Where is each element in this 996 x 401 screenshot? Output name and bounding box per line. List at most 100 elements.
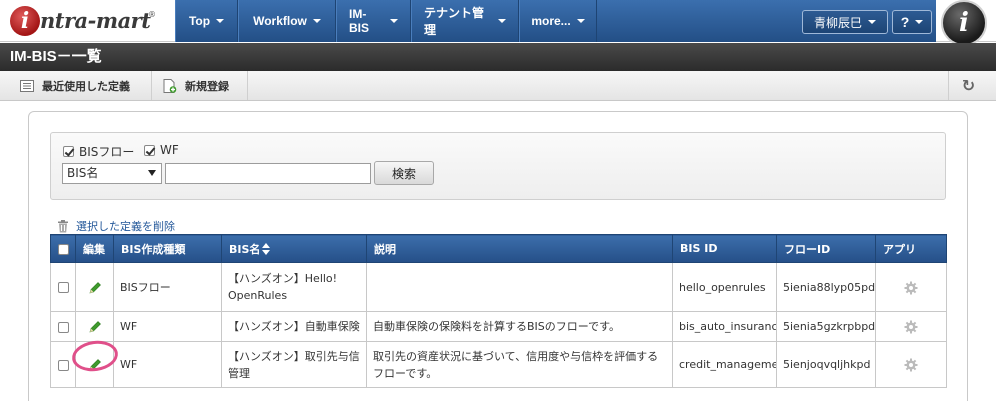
new-registration-label: 新規登録	[185, 79, 229, 93]
edit-cell	[75, 341, 114, 388]
row-checkbox[interactable]	[57, 282, 69, 293]
nav-item-im-bis[interactable]: IM-BIS	[336, 0, 411, 42]
flow-id-cell: 5ienia88lyp05pd	[776, 262, 876, 312]
select-all-header	[50, 234, 76, 263]
column-header-bis-id[interactable]: BIS ID	[672, 234, 777, 263]
nav-item-more[interactable]: more...	[519, 0, 597, 42]
gear-icon[interactable]	[904, 281, 918, 295]
column-header-bis-name[interactable]: BIS名	[221, 234, 367, 263]
bis-flow-checkbox-label: BISフロー	[79, 145, 135, 159]
bis-name-cell: 【ハンズオン】取引先与信管理	[221, 341, 367, 388]
row-select-cell	[50, 341, 76, 388]
search-panel: BISフロー WF BIS名 検索	[50, 132, 946, 200]
caret-down-icon	[312, 19, 321, 23]
row-checkbox[interactable]	[57, 321, 69, 333]
select-all-checkbox[interactable]	[57, 243, 69, 255]
row-select-cell	[50, 262, 76, 312]
bis-name-cell: 【ハンズオン】自動車保険	[221, 311, 367, 342]
top-navbar: i ntra-mart ® Top Workflow IM-BIS テナント管理…	[0, 0, 996, 46]
logo-i-mark: i	[10, 6, 40, 36]
new-registration-button[interactable]: 新規登録	[153, 71, 248, 100]
recent-definitions-label: 最近使用した定義	[42, 79, 130, 93]
table-row: WF 【ハンズオン】自動車保険 自動車保険の保険料を計算するBISのフローです。…	[50, 311, 947, 342]
search-field-select[interactable]: BIS名	[62, 163, 162, 184]
bis-name-header-label: BIS名	[229, 242, 261, 256]
flow-id-cell: 5ienia5gzkrpbpd	[776, 311, 876, 342]
definition-table: 編集 BIS作成種類 BIS名 説明 BIS ID フローID アプリ BISフ…	[50, 234, 947, 388]
page-title: IM-BIS－一覧	[0, 43, 996, 71]
row-checkbox[interactable]	[57, 359, 69, 371]
caret-down-icon	[868, 20, 876, 24]
nav-item-workflow[interactable]: Workflow	[238, 0, 336, 42]
column-header-app: アプリ	[875, 234, 947, 263]
app-cell	[875, 311, 947, 342]
dropdown-arrow-icon	[148, 170, 156, 176]
flow-id-cell: 5ienjoqvqljhkpd	[776, 341, 876, 388]
caret-down-icon	[915, 20, 924, 24]
refresh-button[interactable]: ↻	[948, 71, 988, 100]
recent-definitions-button[interactable]: 最近使用した定義	[10, 71, 152, 100]
bis-id-cell: bis_auto_insurance	[672, 311, 777, 342]
description-cell	[366, 262, 673, 312]
edit-cell	[75, 311, 114, 342]
app-cell	[875, 341, 947, 388]
search-input[interactable]	[165, 163, 371, 184]
bis-flow-checkbox[interactable]	[63, 146, 74, 157]
help-menu-button[interactable]: ?	[892, 10, 932, 34]
nav-item-label: Workflow	[253, 14, 307, 28]
gear-icon[interactable]	[904, 358, 918, 372]
intra-mart-logo[interactable]: i ntra-mart ®	[10, 6, 170, 36]
row-select-cell	[50, 311, 76, 342]
edit-pencil-icon[interactable]	[87, 357, 103, 373]
table-header-row: 編集 BIS作成種類 BIS名 説明 BIS ID フローID アプリ	[50, 234, 947, 263]
trash-icon	[58, 219, 68, 232]
caret-down-icon	[576, 19, 585, 23]
bis-type-cell: BISフロー	[113, 262, 222, 312]
nav-item-label: IM-BIS	[349, 7, 370, 35]
logo-text: ntra-mart	[40, 8, 151, 33]
table-row: BISフロー 【ハンズオン】Hello! OpenRules hello_ope…	[50, 262, 947, 312]
nav-item-top[interactable]: Top	[175, 0, 238, 42]
user-menu-button[interactable]: 青柳辰巳	[802, 10, 888, 34]
delete-selected-label: 選択した定義を削除	[76, 220, 175, 233]
logo-registered-mark: ®	[148, 10, 156, 19]
bis-id-cell: hello_openrules	[672, 262, 777, 312]
nav-item-label: Top	[188, 14, 211, 28]
bis-id-cell: credit_management	[672, 341, 777, 388]
list-icon	[20, 79, 34, 92]
nav-item-label: テナント管理	[424, 6, 485, 37]
wf-checkbox-label: WF	[160, 143, 179, 157]
search-field-value: BIS名	[67, 166, 99, 180]
bis-type-cell: WF	[113, 311, 222, 342]
bis-name-cell: 【ハンズオン】Hello! OpenRules	[221, 262, 367, 312]
caret-down-icon	[216, 19, 225, 23]
caret-down-icon	[498, 19, 506, 23]
edit-cell	[75, 262, 114, 312]
column-header-flow-id[interactable]: フローID	[776, 234, 876, 263]
table-row: WF 【ハンズオン】取引先与信管理 取引先の資産状況に基づいて、信用度や与信枠を…	[50, 341, 947, 388]
edit-pencil-icon[interactable]	[87, 280, 103, 296]
caret-down-icon	[390, 19, 398, 23]
main-menu: Top Workflow IM-BIS テナント管理 more...	[175, 0, 597, 42]
user-name: 青柳辰巳	[813, 15, 862, 30]
filter-bis-flow[interactable]: BISフロー	[63, 143, 134, 160]
toolbar: 最近使用した定義 新規登録 ↻	[0, 71, 996, 101]
new-document-icon	[163, 78, 177, 93]
column-header-bis-type[interactable]: BIS作成種類	[113, 234, 222, 263]
nav-item-tenant-admin[interactable]: テナント管理	[411, 0, 519, 42]
description-cell: 取引先の資産状況に基づいて、信用度や与信枠を評価するフローです。	[366, 341, 673, 388]
app-cell	[875, 262, 947, 312]
refresh-icon: ↻	[961, 76, 976, 95]
description-cell: 自動車保険の保険料を計算するBISのフローです。	[366, 311, 673, 342]
search-button[interactable]: 検索	[374, 161, 434, 185]
edit-pencil-icon[interactable]	[87, 319, 103, 335]
nav-item-label: more...	[531, 14, 571, 28]
filter-wf[interactable]: WF	[144, 143, 179, 157]
delete-selected-link[interactable]: 選択した定義を削除	[57, 218, 175, 234]
user-avatar[interactable]: i	[941, 0, 987, 46]
help-icon: ?	[900, 14, 910, 30]
column-header-edit: 編集	[75, 234, 114, 263]
column-header-description[interactable]: 説明	[366, 234, 673, 263]
gear-icon[interactable]	[904, 320, 918, 334]
wf-checkbox[interactable]	[144, 144, 155, 156]
